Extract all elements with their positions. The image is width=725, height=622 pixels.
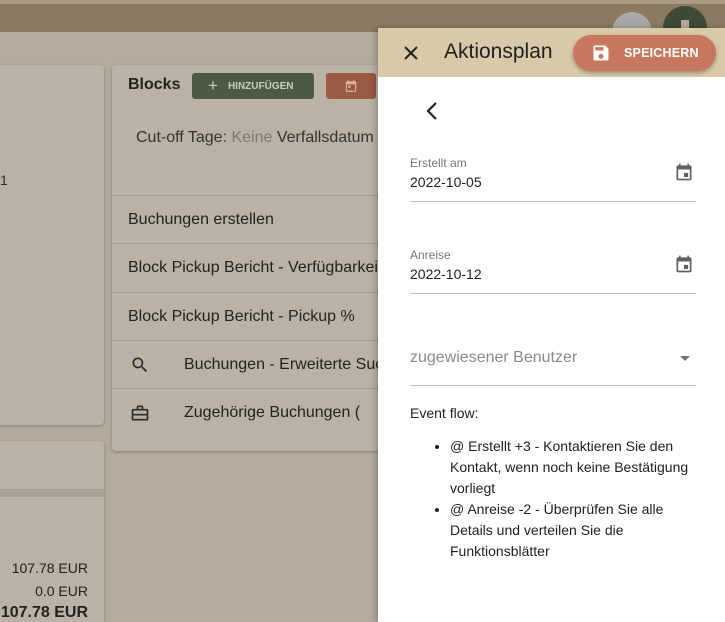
created-date-value: 2022-10-05 (410, 174, 482, 190)
totals-divider (0, 489, 104, 497)
close-button[interactable] (400, 42, 422, 64)
close-icon (404, 46, 418, 60)
menu-item-label: Buchungen erstellen (128, 210, 274, 228)
cutoff-value: Keine (231, 129, 273, 146)
cutoff-info: Cut-off Tage: Keine Verfallsdatum (136, 129, 374, 147)
calendar-icon (345, 80, 357, 92)
calendar-button[interactable] (326, 73, 376, 99)
save-button[interactable]: SPEICHERN (573, 35, 716, 71)
calendar-icon[interactable] (674, 254, 694, 274)
left-card-value: 1 (0, 172, 8, 188)
event-flow-item: @ Erstellt +3 - Kontaktieren Sie den Kon… (450, 436, 705, 499)
menu-item-pickup-percent[interactable]: Block Pickup Bericht - Pickup % (112, 292, 402, 340)
dropdown-arrow-icon (680, 356, 690, 361)
assigned-user-select[interactable]: zugewiesener Benutzer (410, 346, 696, 386)
search-icon (112, 355, 168, 375)
amount-total: 107.78 EUR (11, 560, 88, 576)
menu-item-advanced-search[interactable]: Buchungen - Erweiterte Suche (112, 340, 402, 388)
menu-item-create-bookings[interactable]: Buchungen erstellen (112, 195, 402, 243)
drawer-title: Aktionsplan (444, 40, 553, 63)
calendar-icon[interactable] (674, 162, 694, 182)
expiry-label: Verfallsdatum (276, 129, 374, 146)
add-block-label: HINZUFÜGEN (227, 80, 294, 92)
event-flow-list: @ Erstellt +3 - Kontaktieren Sie den Kon… (450, 436, 705, 562)
menu-item-label: Buchungen - Erweiterte Suche (184, 355, 402, 373)
save-icon (593, 45, 609, 61)
amount-balance: 107.78 EUR (0, 604, 88, 621)
menu-item-label: Zugehörige Buchungen ( (184, 403, 361, 421)
menu-item-related-bookings[interactable]: Zugehörige Buchungen ( (112, 388, 402, 436)
arrival-date-label: Anreise (410, 248, 451, 262)
save-label: SPEICHERN (624, 46, 699, 60)
event-flow-item: @ Anreise -2 - Überprüfen Sie alle Detai… (450, 499, 705, 562)
created-date-label: Erstellt am (410, 156, 467, 170)
menu-item-label: Block Pickup Bericht - Pickup % (128, 307, 355, 325)
blocks-card: Blocks + HINZUFÜGEN Cut-off Tage: Keine … (112, 65, 402, 451)
created-date-field[interactable]: Erstellt am 2022-10-05 (410, 156, 696, 202)
cutoff-label: Cut-off Tage: (136, 129, 228, 146)
plus-icon: + (208, 76, 218, 95)
amount-paid: 0.0 EUR (35, 583, 88, 599)
drawer-header: Aktionsplan SPEICHERN (378, 28, 725, 77)
menu-item-pickup-availability[interactable]: Block Pickup Bericht - Verfügbarkeit (112, 243, 402, 291)
briefcase-icon (112, 403, 168, 423)
back-button[interactable] (420, 99, 444, 123)
event-flow-label: Event flow: (410, 405, 479, 421)
add-block-button[interactable]: + HINZUFÜGEN (192, 73, 314, 99)
totals-card: 107.78 EUR 0.0 EUR 107.78 EUR (0, 441, 104, 622)
blocks-title: Blocks (128, 76, 181, 93)
menu-item-label: Block Pickup Bericht - Verfügbarkeit (128, 258, 383, 276)
action-plan-drawer: Aktionsplan SPEICHERN Erstellt am 2022-1… (378, 28, 725, 622)
assigned-user-placeholder: zugewiesener Benutzer (410, 349, 578, 366)
arrival-date-value: 2022-10-12 (410, 266, 482, 282)
back-arrow-icon (426, 102, 437, 120)
left-info-card: 1 (0, 65, 104, 425)
arrival-date-field[interactable]: Anreise 2022-10-12 (410, 248, 696, 294)
